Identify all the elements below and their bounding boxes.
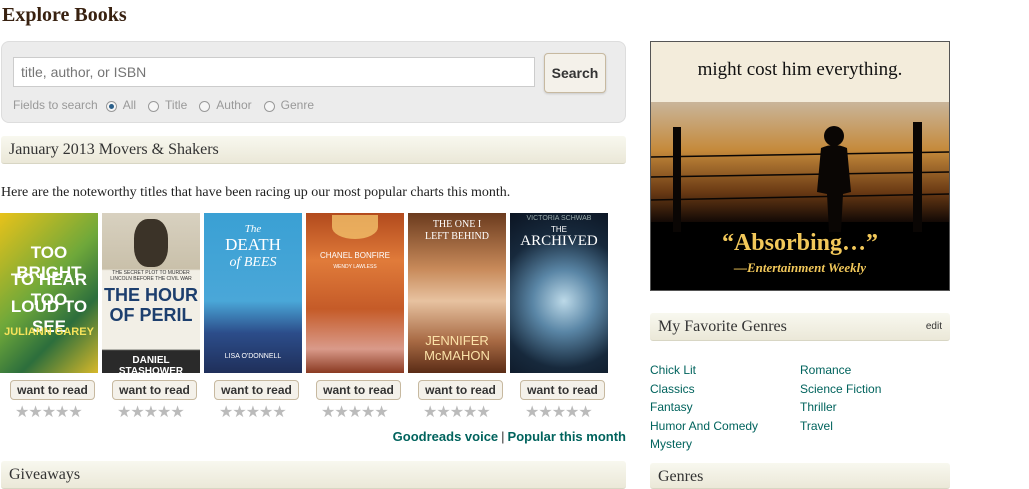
movers-header: January 2013 Movers & Shakers (1, 136, 626, 164)
radio-all[interactable] (105, 100, 117, 112)
want-to-read-button[interactable]: want to read (418, 380, 503, 400)
movers-intro: Here are the noteworthy titles that have… (1, 185, 511, 200)
genre-link[interactable]: Fantasy (650, 398, 758, 417)
rating-stars[interactable]: ★★★★★ (423, 402, 491, 422)
search-button[interactable]: Search (544, 53, 606, 93)
goodreads-voice-link[interactable]: Goodreads voice (393, 429, 498, 444)
book-cover[interactable]: VICTORIA SCHWAB THE ARCHIVED (510, 213, 608, 373)
genre-link[interactable]: Travel (800, 417, 881, 436)
popular-this-month-link[interactable]: Popular this month (508, 429, 626, 444)
field-option-genre[interactable]: Genre (263, 98, 314, 112)
want-to-read-button[interactable]: want to read (520, 380, 605, 400)
book-item: THE ONE I LEFT BEHIND JENNIFER McMAHON w… (408, 213, 510, 421)
advertisement[interactable]: might cost him everything. “Absorbing…” … (650, 41, 950, 291)
genre-link[interactable]: Science Fiction (800, 380, 881, 399)
genre-link[interactable]: Classics (650, 380, 758, 399)
book-cover[interactable]: TOO BRIGHT TO HEAR TOO LOUD TO SEE JULIA… (0, 213, 98, 373)
want-to-read-button[interactable]: want to read (112, 380, 197, 400)
radio-title[interactable] (148, 100, 160, 112)
radio-author[interactable] (199, 100, 211, 112)
book-item: VICTORIA SCHWAB THE ARCHIVED want to rea… (510, 213, 612, 421)
field-option-title[interactable]: Title (148, 98, 187, 112)
search-input[interactable] (13, 57, 535, 87)
genre-link[interactable]: Thriller (800, 398, 881, 417)
book-cover[interactable]: CHANEL BONFIRE WENDY LAWLESS (306, 213, 404, 373)
movers-heading: January 2013 Movers & Shakers (9, 141, 219, 158)
giveaways-header: Giveaways (1, 461, 626, 489)
genre-link[interactable]: Mystery (650, 435, 758, 454)
ad-source: —Entertainment Weekly (733, 260, 867, 275)
page-title: Explore Books (2, 4, 127, 26)
edit-genres-link[interactable]: edit (926, 321, 942, 332)
portrait-image (134, 219, 168, 267)
genre-link[interactable]: Chick Lit (650, 361, 758, 380)
movers-links: Goodreads voice | Popular this month (392, 429, 626, 444)
radio-genre[interactable] (263, 100, 275, 112)
silhouette-image (651, 122, 949, 232)
search-fields: Fields to search All Title Author Genre (13, 98, 326, 112)
book-cover[interactable]: The DEATH of BEES LISA O'DONNELL (204, 213, 302, 373)
want-to-read-button[interactable]: want to read (316, 380, 401, 400)
want-to-read-button[interactable]: want to read (214, 380, 299, 400)
book-cover[interactable]: THE SECRET PLOT TO MURDER LINCOLN BEFORE… (102, 213, 200, 373)
rating-stars[interactable]: ★★★★★ (525, 402, 593, 422)
rating-stars[interactable]: ★★★★★ (219, 402, 287, 422)
genre-link[interactable]: Romance (800, 361, 881, 380)
book-carousel: TOO BRIGHT TO HEAR TOO LOUD TO SEE JULIA… (0, 213, 612, 421)
field-option-author[interactable]: Author (199, 98, 252, 112)
ad-quote: “Absorbing…” (721, 230, 879, 256)
search-panel: Search Fields to search All Title Author… (1, 41, 626, 123)
giveaways-heading: Giveaways (9, 466, 81, 483)
book-item: CHANEL BONFIRE WENDY LAWLESS want to rea… (306, 213, 408, 421)
want-to-read-button[interactable]: want to read (10, 380, 95, 400)
genres-heading: Genres (658, 468, 704, 485)
field-option-all[interactable]: All (105, 98, 136, 112)
book-item: TOO BRIGHT TO HEAR TOO LOUD TO SEE JULIA… (0, 213, 102, 421)
book-item: THE SECRET PLOT TO MURDER LINCOLN BEFORE… (102, 213, 204, 421)
genre-list-col1: Chick Lit Classics Fantasy Humor And Com… (650, 361, 758, 454)
genre-list-col2: Romance Science Fiction Thriller Travel (800, 361, 881, 435)
rating-stars[interactable]: ★★★★★ (117, 402, 185, 422)
rating-stars[interactable]: ★★★★★ (321, 402, 389, 422)
rating-stars[interactable]: ★★★★★ (15, 402, 83, 422)
chandelier-image (332, 215, 378, 239)
genres-header: Genres (650, 463, 950, 489)
fields-label: Fields to search (13, 98, 98, 112)
ad-tagline: might cost him everything. (697, 59, 903, 80)
favorite-genres-heading: My Favorite Genres (658, 318, 787, 335)
book-cover[interactable]: THE ONE I LEFT BEHIND JENNIFER McMAHON (408, 213, 506, 373)
book-item: The DEATH of BEES LISA O'DONNELL want to… (204, 213, 306, 421)
genre-link[interactable]: Humor And Comedy (650, 417, 758, 436)
favorite-genres-header: My Favorite Genres edit (650, 313, 950, 341)
